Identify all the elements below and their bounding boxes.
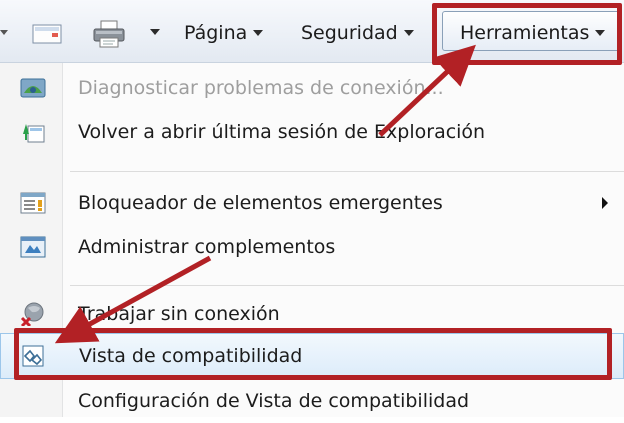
page-menu-button[interactable]: Página	[184, 18, 264, 48]
menu-separator	[70, 171, 624, 172]
menu-item-label: Configuración de Vista de compatibilidad	[78, 390, 470, 412]
menu-item-label: Bloqueador de elementos emergentes	[78, 192, 443, 214]
menu-item-diagnose-connection: Diagnosticar problemas de conexión...	[0, 66, 624, 110]
submenu-arrow-icon	[602, 197, 608, 209]
print-dropdown-chevron-icon[interactable]	[150, 29, 160, 35]
popup-blocker-icon	[20, 192, 46, 214]
compatibility-annotation-box	[14, 328, 612, 380]
menu-item-label: Volver a abrir última sesión de Explorac…	[78, 121, 486, 143]
menu-item-manage-addons[interactable]: Administrar complementos	[0, 225, 624, 269]
menu-item-label: Diagnosticar problemas de conexión...	[78, 77, 444, 99]
menu-item-label: Administrar complementos	[78, 236, 336, 258]
print-icon[interactable]	[92, 20, 126, 48]
menu-item-popup-blocker[interactable]: Bloqueador de elementos emergentes	[0, 181, 624, 225]
tools-annotation-box	[432, 3, 622, 65]
work-offline-icon	[20, 302, 44, 326]
chevron-down-icon[interactable]	[0, 30, 8, 35]
page-menu-label: Página	[184, 22, 248, 44]
menu-separator	[70, 285, 624, 286]
safety-menu-button[interactable]: Seguridad	[301, 18, 414, 48]
menu-item-compatibility-view-settings[interactable]: Configuración de Vista de compatibilidad	[0, 379, 624, 423]
menu-item-reopen-session[interactable]: Volver a abrir última sesión de Explorac…	[0, 110, 624, 154]
feeds-icon[interactable]	[32, 24, 62, 44]
diagnose-connection-icon	[20, 78, 46, 98]
chevron-down-icon	[403, 29, 414, 36]
chevron-down-icon	[253, 29, 264, 36]
manage-addons-icon	[20, 236, 46, 258]
reopen-session-icon	[23, 124, 45, 143]
safety-menu-label: Seguridad	[301, 22, 398, 44]
